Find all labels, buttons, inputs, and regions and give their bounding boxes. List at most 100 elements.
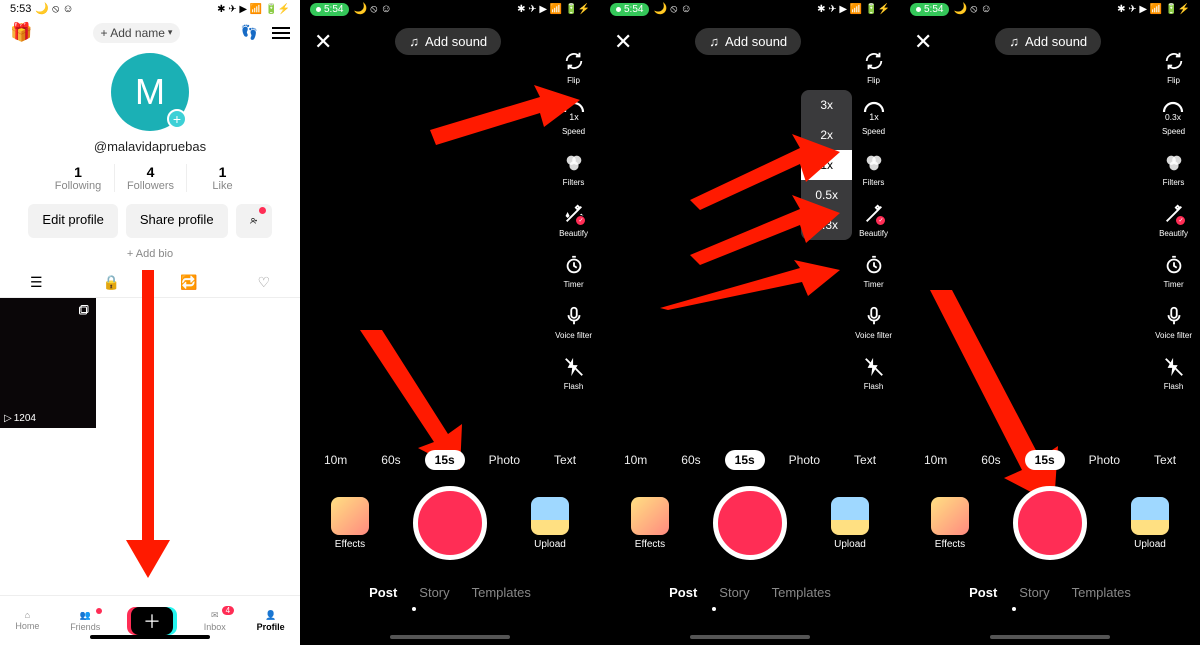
- speed-2x[interactable]: 2x: [801, 120, 852, 150]
- speed-03x[interactable]: 0.3x: [801, 210, 852, 240]
- mode-post[interactable]: Post: [969, 585, 997, 600]
- add-name-button[interactable]: + Add name ▾: [93, 23, 181, 43]
- tool-flash[interactable]: Flash: [561, 354, 587, 391]
- effects-button[interactable]: Effects: [931, 497, 969, 550]
- dur-10m[interactable]: 10m: [314, 450, 357, 470]
- dur-text[interactable]: Text: [1144, 450, 1186, 470]
- upload-button[interactable]: Upload: [1131, 497, 1169, 550]
- tool-speed[interactable]: 0.3xSpeed: [1161, 99, 1187, 136]
- username[interactable]: @malavidapruebas: [94, 139, 206, 154]
- dur-60s[interactable]: 60s: [971, 450, 1010, 470]
- tab-locked-icon[interactable]: 🔒: [103, 274, 120, 291]
- edit-profile-button[interactable]: Edit profile: [28, 204, 117, 238]
- dur-photo[interactable]: Photo: [1079, 450, 1130, 470]
- tool-flip[interactable]: Flip: [561, 48, 587, 85]
- tab-home[interactable]: ⌂ Home: [15, 610, 39, 631]
- speed-3x[interactable]: 3x: [801, 90, 852, 120]
- dur-15s[interactable]: 15s: [725, 450, 765, 470]
- tab-liked-icon[interactable]: ♡: [257, 274, 270, 291]
- tool-flip[interactable]: Flip: [861, 48, 887, 85]
- tool-timer[interactable]: Timer: [1161, 252, 1187, 289]
- dur-15s[interactable]: 15s: [1025, 450, 1065, 470]
- close-button[interactable]: ✕: [614, 29, 632, 55]
- mode-selector[interactable]: Post Story Templates: [300, 585, 600, 600]
- tool-beautify[interactable]: Beautify: [559, 201, 588, 238]
- avatar[interactable]: M +: [111, 53, 189, 131]
- tool-beautify[interactable]: Beautify: [1159, 201, 1188, 238]
- tool-flash[interactable]: Flash: [1161, 354, 1187, 391]
- tool-filters[interactable]: Filters: [561, 150, 587, 187]
- annotation-arrow: [118, 270, 178, 580]
- dur-text[interactable]: Text: [844, 450, 886, 470]
- tool-voice-filter[interactable]: Voice filter: [855, 303, 892, 340]
- add-sound-button[interactable]: ♫ Add sound: [395, 28, 501, 55]
- video-thumbnail[interactable]: ▷ 1204: [0, 298, 96, 428]
- tool-filters[interactable]: Filters: [861, 150, 887, 187]
- add-bio-button[interactable]: + Add bio: [0, 248, 300, 260]
- tool-speed[interactable]: 1xSpeed: [561, 99, 587, 136]
- mode-story[interactable]: Story: [419, 585, 449, 600]
- dur-text[interactable]: Text: [544, 450, 586, 470]
- screen-profile: 5:53 🌙 ⦸ ☺ ✱ ✈ ▶ 📶 🔋⚡ 🎁 + Add name ▾ 👣 M…: [0, 0, 300, 645]
- tool-flash[interactable]: Flash: [861, 354, 887, 391]
- close-button[interactable]: ✕: [914, 29, 932, 55]
- tool-flip[interactable]: Flip: [1161, 48, 1187, 85]
- dur-60s[interactable]: 60s: [671, 450, 710, 470]
- speed-1x[interactable]: 1x: [801, 150, 852, 180]
- duration-selector[interactable]: 10m 60s 15s Photo Text: [600, 450, 900, 470]
- mode-selector[interactable]: Post Story Templates: [600, 585, 900, 600]
- speed-05x[interactable]: 0.5x: [801, 180, 852, 210]
- add-friends-button[interactable]: [236, 204, 272, 238]
- mode-story[interactable]: Story: [719, 585, 749, 600]
- mode-post[interactable]: Post: [669, 585, 697, 600]
- dur-10m[interactable]: 10m: [914, 450, 957, 470]
- dur-60s[interactable]: 60s: [371, 450, 410, 470]
- tool-beautify[interactable]: Beautify: [859, 201, 888, 238]
- share-profile-button[interactable]: Share profile: [126, 204, 228, 238]
- tab-feed-icon[interactable]: ☰: [30, 274, 43, 291]
- mode-story[interactable]: Story: [1019, 585, 1049, 600]
- avatar-add-icon[interactable]: +: [167, 109, 187, 129]
- effects-button[interactable]: Effects: [631, 497, 669, 550]
- tool-timer[interactable]: Timer: [861, 252, 887, 289]
- tool-speed[interactable]: 1xSpeed: [861, 99, 887, 136]
- dur-photo[interactable]: Photo: [779, 450, 830, 470]
- dur-10m[interactable]: 10m: [614, 450, 657, 470]
- duration-selector[interactable]: 10m 60s 15s Photo Text: [300, 450, 600, 470]
- mode-templates[interactable]: Templates: [772, 585, 831, 600]
- record-button[interactable]: [1013, 486, 1087, 560]
- dur-photo[interactable]: Photo: [479, 450, 530, 470]
- mode-templates[interactable]: Templates: [472, 585, 531, 600]
- tool-filters[interactable]: Filters: [1161, 150, 1187, 187]
- tab-profile[interactable]: 👤 Profile: [257, 610, 285, 632]
- gift-icon[interactable]: 🎁: [10, 22, 32, 43]
- tab-friends[interactable]: 👥 Friends: [70, 610, 100, 632]
- footsteps-icon[interactable]: 👣: [241, 24, 258, 41]
- mode-post[interactable]: Post: [369, 585, 397, 600]
- duration-selector[interactable]: 10m 60s 15s Photo Text: [900, 450, 1200, 470]
- mode-selector[interactable]: Post Story Templates: [900, 585, 1200, 600]
- create-button[interactable]: ＋: [131, 607, 173, 635]
- close-button[interactable]: ✕: [314, 29, 332, 55]
- upload-button[interactable]: Upload: [831, 497, 869, 550]
- mode-templates[interactable]: Templates: [1072, 585, 1131, 600]
- mic-icon: [1161, 303, 1187, 329]
- add-sound-button[interactable]: ♫Add sound: [695, 28, 801, 55]
- tool-voice-filter[interactable]: Voice filter: [555, 303, 592, 340]
- stat-following[interactable]: 1 Following: [42, 164, 114, 192]
- stat-followers[interactable]: 4 Followers: [114, 164, 186, 192]
- upload-button[interactable]: Upload: [531, 497, 569, 550]
- svg-text:1x: 1x: [869, 112, 879, 122]
- menu-icon[interactable]: [272, 27, 290, 39]
- tab-inbox[interactable]: ✉ 4 Inbox: [204, 610, 226, 632]
- record-button[interactable]: [713, 486, 787, 560]
- dur-15s[interactable]: 15s: [425, 450, 465, 470]
- record-button[interactable]: [413, 486, 487, 560]
- tool-timer[interactable]: Timer: [561, 252, 587, 289]
- tab-repost-icon[interactable]: 🔁: [180, 274, 197, 291]
- status-bar: 5:54 🌙 ⦸ ☺ ✱ ✈ ▶ 📶 🔋⚡: [300, 0, 600, 18]
- effects-button[interactable]: Effects: [331, 497, 369, 550]
- add-sound-button[interactable]: ♫Add sound: [995, 28, 1101, 55]
- stat-likes[interactable]: 1 Like: [186, 164, 258, 192]
- tool-voice-filter[interactable]: Voice filter: [1155, 303, 1192, 340]
